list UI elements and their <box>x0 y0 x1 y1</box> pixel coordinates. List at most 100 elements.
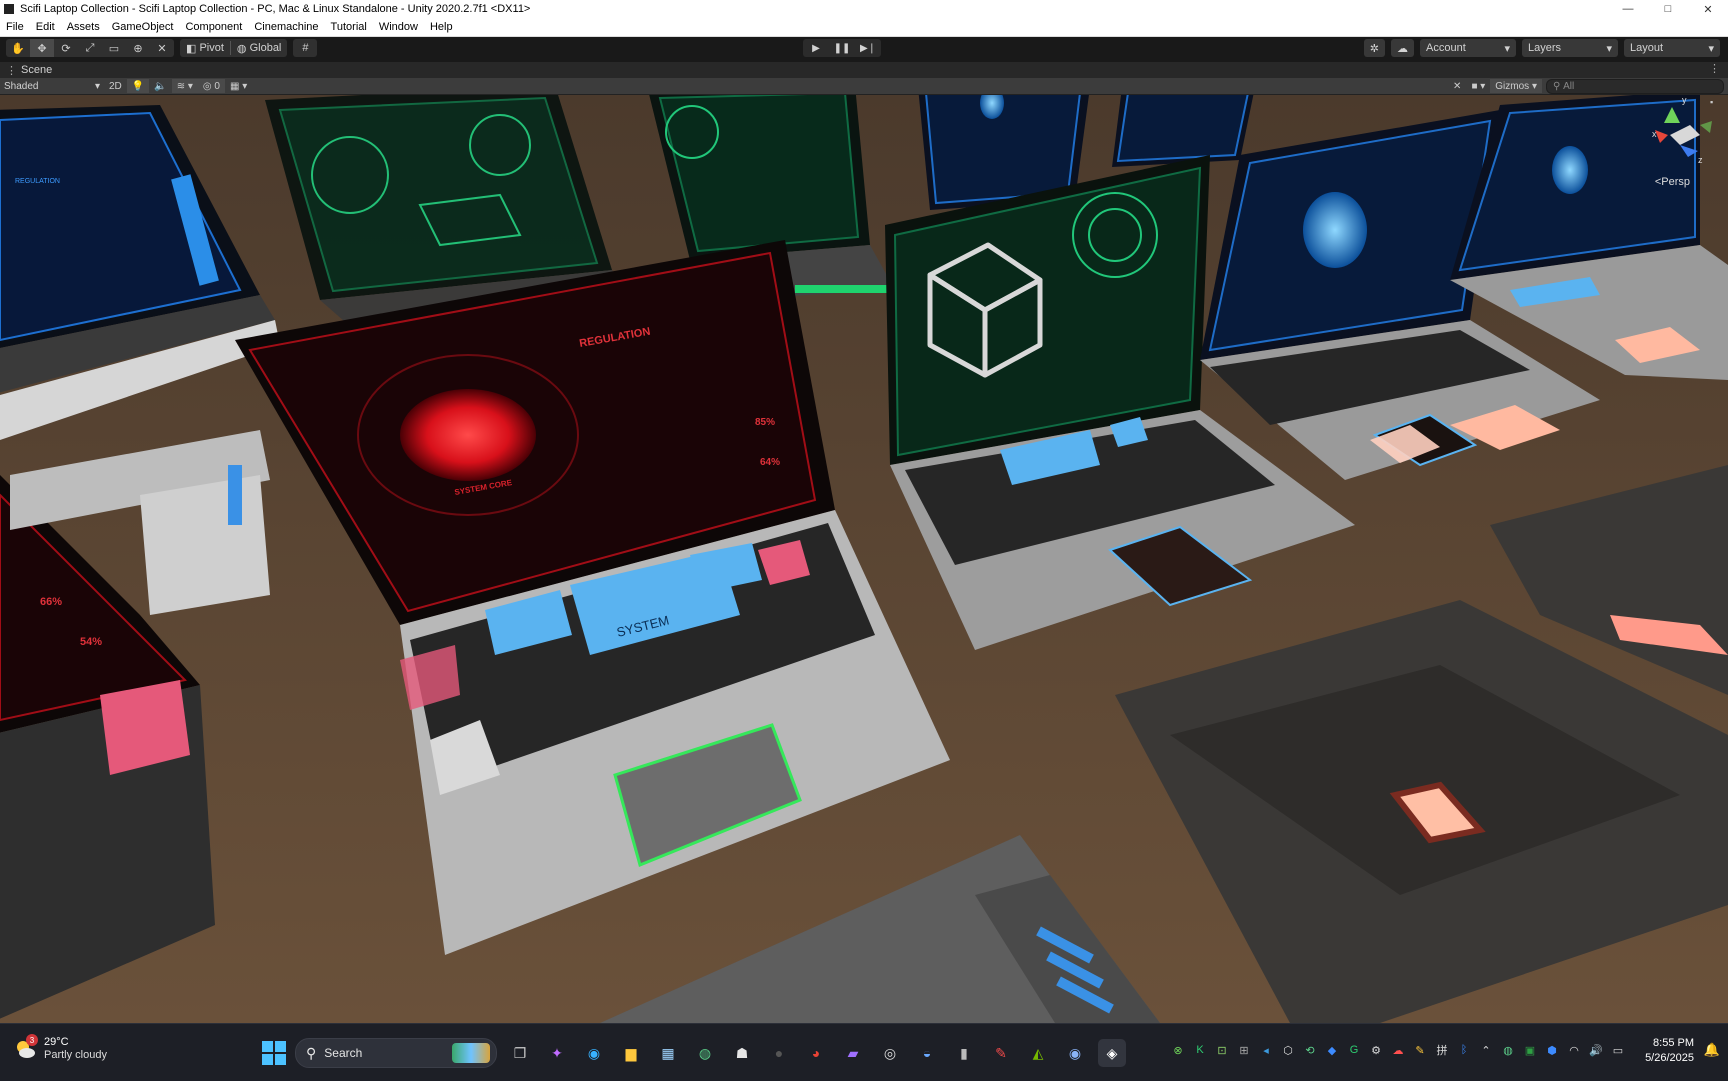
editor-app-icon[interactable]: ✎ <box>987 1039 1015 1067</box>
browser-app-icon[interactable]: ◒ <box>913 1039 941 1067</box>
collab-icon[interactable]: ✲ <box>1363 39 1385 57</box>
mapping-icon[interactable]: ⊞ <box>1236 1042 1252 1058</box>
eye-slash-icon: ◎ <box>202 80 215 92</box>
menu-cinemachine[interactable]: Cinemachine <box>248 21 324 33</box>
grid-toggle-icon[interactable]: ▦ ▾ <box>225 79 252 93</box>
creative-cloud-icon[interactable]: ☁ <box>1390 1042 1406 1058</box>
notification-bell-icon[interactable]: 🔔 <box>1704 1042 1720 1058</box>
chrome-icon[interactable]: ◕ <box>802 1039 830 1067</box>
gizmos-dropdown[interactable]: Gizmos ▾ <box>1490 79 1542 93</box>
transform-tool-icon[interactable]: ⊕ <box>126 39 150 57</box>
rect-tool-icon[interactable]: ▭ <box>102 39 126 57</box>
taskbar-search[interactable]: ⚲ Search <box>295 1038 497 1068</box>
tab-scene[interactable]: ⋮ Scene <box>0 64 52 77</box>
steam-icon[interactable]: ⚙ <box>1368 1042 1384 1058</box>
menu-help[interactable]: Help <box>424 21 459 33</box>
task-view-icon[interactable]: ❐ <box>506 1039 534 1067</box>
pivot-global-group: ◧ Pivot ◍ Global <box>180 39 288 57</box>
account-dropdown[interactable]: Account ▾ <box>1420 39 1516 57</box>
menu-component[interactable]: Component <box>179 21 248 33</box>
hand-tool-icon[interactable]: ✋ <box>6 39 30 57</box>
pivot-toggle[interactable]: ◧ Pivot <box>180 39 230 57</box>
menu-file[interactable]: File <box>0 21 30 33</box>
ime-icon[interactable]: 拼 <box>1434 1042 1450 1058</box>
file-explorer-icon[interactable]: ▆ <box>617 1039 645 1067</box>
red-screen-pct1: 85% <box>755 417 775 428</box>
rotate-tool-icon[interactable]: ⟳ <box>54 39 78 57</box>
gizmo-x-label: x <box>1652 129 1657 139</box>
menu-gameobject[interactable]: GameObject <box>106 21 180 33</box>
more-options-icon[interactable]: ⋮ <box>1709 62 1720 75</box>
tools-icon[interactable]: ✕ <box>1448 79 1466 93</box>
chevron-up-icon[interactable]: ⌃ <box>1478 1042 1494 1058</box>
alien-app-icon[interactable]: ☗ <box>728 1039 756 1067</box>
bluetooth-icon[interactable]: ᛒ <box>1456 1042 1472 1058</box>
menu-assets[interactable]: Assets <box>61 21 106 33</box>
dropbox-icon[interactable]: ◆ <box>1324 1042 1340 1058</box>
camera-icon[interactable]: ■ ▾ <box>1466 79 1490 93</box>
effects-toggle-icon[interactable]: ≋ ▾ <box>171 79 198 93</box>
dark-app-icon[interactable]: ● <box>765 1039 793 1067</box>
layout-dropdown[interactable]: Layout ▾ <box>1624 39 1720 57</box>
gizmo-y-label: y <box>1682 95 1687 105</box>
nvidia-icon[interactable]: ◭ <box>1024 1039 1052 1067</box>
obs-icon[interactable]: ◎ <box>876 1039 904 1067</box>
sync-icon[interactable]: ⟲ <box>1302 1042 1318 1058</box>
menu-window[interactable]: Window <box>373 21 424 33</box>
meet-icon[interactable]: ▣ <box>1522 1042 1538 1058</box>
2d-toggle[interactable]: 2D <box>104 79 127 93</box>
pen-icon[interactable]: ✎ <box>1412 1042 1428 1058</box>
web-app-icon[interactable]: ◉ <box>1061 1039 1089 1067</box>
system-tray: ⊗ K ⊡ ⊞ ◂ ⬡ ⟲ ◆ G ⚙ ☁ ✎ 拼 ᛒ ⌃ ◍ ▣ ⬢ ◠ 🔊 … <box>1170 1042 1626 1058</box>
chevron-down-icon: ▾ <box>1531 80 1537 92</box>
projection-toggle[interactable]: <Persp <box>1655 176 1690 188</box>
globe-app-icon[interactable]: ◍ <box>691 1039 719 1067</box>
tray-app-icon[interactable]: ⊡ <box>1214 1042 1230 1058</box>
menu-tutorial[interactable]: Tutorial <box>325 21 373 33</box>
custom-tool-icon[interactable]: ✕ <box>150 39 174 57</box>
scene-viewport[interactable]: REGULATION REGULATION SYSTEM CORE 85% 64… <box>0 95 1728 1023</box>
minimize-button[interactable]: — <box>1608 0 1648 18</box>
play-button[interactable]: ▶ <box>803 39 829 57</box>
defender-icon[interactable]: ⬢ <box>1544 1042 1560 1058</box>
clapper-app-icon[interactable]: ▰ <box>839 1039 867 1067</box>
microphone-app-icon[interactable]: ▮ <box>950 1039 978 1067</box>
audio-toggle-icon[interactable]: 🔈 <box>149 79 171 93</box>
layers-dropdown[interactable]: Layers ▾ <box>1522 39 1618 57</box>
pause-button[interactable]: ❚❚ <box>829 39 855 57</box>
windows-start-icon[interactable] <box>262 1041 286 1065</box>
battery-icon[interactable]: ▭ <box>1610 1042 1626 1058</box>
weather-widget[interactable]: 3 29°C Partly cloudy <box>14 1034 107 1062</box>
network-app-icon[interactable]: ◍ <box>1500 1042 1516 1058</box>
close-button[interactable]: ✕ <box>1688 0 1728 18</box>
store-icon[interactable]: ▦ <box>654 1039 682 1067</box>
global-toggle[interactable]: ◍ Global <box>231 39 287 57</box>
pivot-icon: ◧ <box>186 42 200 55</box>
menu-edit[interactable]: Edit <box>30 21 61 33</box>
transform-tools: ✋ ✥ ⟳ ⤢ ▭ ⊕ ✕ <box>6 39 174 57</box>
copilot-icon[interactable]: ✦ <box>543 1039 571 1067</box>
lighting-toggle-icon[interactable]: 💡 <box>126 79 150 93</box>
maximize-button[interactable]: □ <box>1648 0 1688 18</box>
xbox-icon[interactable]: ⊗ <box>1170 1042 1186 1058</box>
move-tool-icon[interactable]: ✥ <box>30 39 54 57</box>
scale-tool-icon[interactable]: ⤢ <box>78 39 102 57</box>
volume-icon[interactable]: 🔊 <box>1588 1042 1604 1058</box>
system-clock[interactable]: 8:55 PM 5/26/2025 <box>1645 1036 1694 1066</box>
step-button[interactable]: ▶❘ <box>855 39 881 57</box>
edge-icon[interactable]: ◉ <box>580 1039 608 1067</box>
chevron-down-icon: ▾ <box>1504 42 1510 55</box>
scene-toolbar-right: ✕ ■ ▾ Gizmos ▾ ⚲ All <box>1448 78 1728 94</box>
wifi-icon[interactable]: ◠ <box>1566 1042 1582 1058</box>
kaspersky-icon[interactable]: K <box>1192 1042 1208 1058</box>
unity-taskbar-icon[interactable]: ◈ <box>1098 1039 1126 1067</box>
hidden-objects-toggle[interactable]: ◎ 0 <box>197 79 225 93</box>
shield-icon[interactable]: ⬡ <box>1280 1042 1296 1058</box>
chevron-down-icon: ▾ <box>1606 42 1612 55</box>
grid-snap-icon[interactable]: # <box>293 39 317 57</box>
cloud-icon[interactable]: ☁ <box>1391 39 1414 57</box>
scene-search-input[interactable]: ⚲ All <box>1546 78 1724 94</box>
vscode-icon[interactable]: ◂ <box>1258 1042 1274 1058</box>
grammarly-icon[interactable]: G <box>1346 1042 1362 1058</box>
shading-mode-dropdown[interactable]: Shaded ▾ <box>0 79 104 93</box>
